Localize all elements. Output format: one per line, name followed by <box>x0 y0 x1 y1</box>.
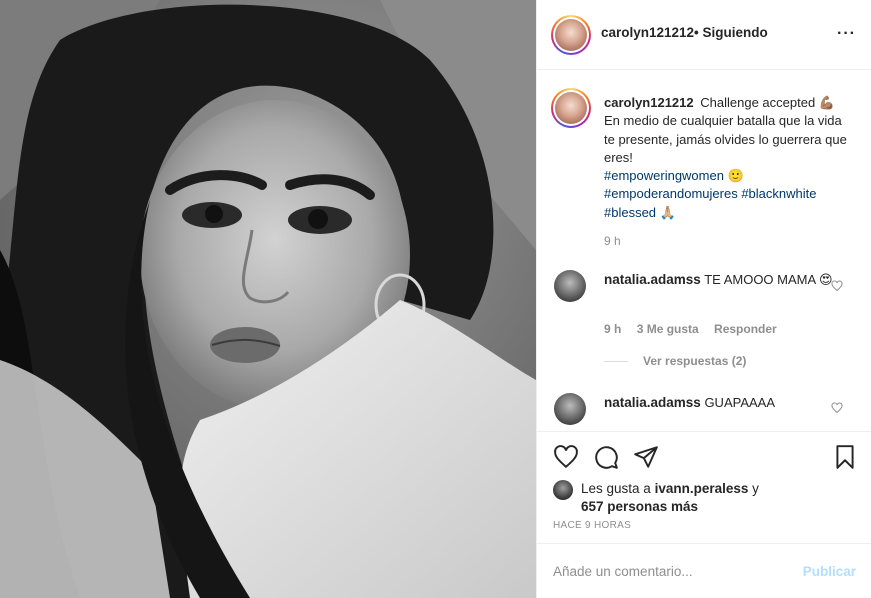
action-bar <box>537 431 871 481</box>
hashtag-blacknwhite[interactable]: #blacknwhite <box>741 186 816 201</box>
likes-count[interactable]: 657 personas más <box>581 499 698 514</box>
hashtag-blessed[interactable]: #blessed <box>604 205 656 220</box>
publish-button[interactable]: Publicar <box>803 564 856 579</box>
comment-time[interactable]: 9 h <box>604 322 621 336</box>
comment-like-heart-icon[interactable] <box>831 280 843 292</box>
pray-emoji: 🙏🏼 <box>659 204 676 220</box>
post-header: carolyn121212 • Siguiendo ··· <box>537 0 871 70</box>
more-icon[interactable]: ··· <box>837 25 856 43</box>
hashtag-empoderandomujeres[interactable]: #empoderandomujeres <box>604 186 738 201</box>
caption-line2: En medio de cualquier batalla que la vid… <box>604 113 847 165</box>
caption-time[interactable]: 9 h <box>604 234 621 248</box>
heart-icon[interactable] <box>553 444 579 470</box>
comment-text: GUAPAAAA <box>704 395 775 410</box>
add-comment-bar: Añade un comentario... Publicar <box>537 543 871 598</box>
likes-prefix: Les gusta a <box>581 481 651 496</box>
commenter-avatar[interactable] <box>554 270 586 302</box>
share-icon[interactable] <box>633 444 659 470</box>
liker-avatar[interactable] <box>553 480 573 500</box>
comment-like-heart-icon[interactable] <box>831 402 843 414</box>
post-sidebar: carolyn121212 • Siguiendo ··· carolyn121… <box>536 0 871 598</box>
caption-line1: Challenge accepted 💪🏽 <box>700 95 835 110</box>
bookmark-icon[interactable] <box>832 444 858 470</box>
post-caption: carolyn121212 Challenge accepted 💪🏽 En m… <box>604 94 849 222</box>
comment-input[interactable]: Añade un comentario... <box>553 564 793 579</box>
comment-text: TE AMOOO MAMA 😍 <box>704 272 833 287</box>
smile-emoji: 🙂 <box>727 168 744 184</box>
view-replies-button[interactable]: Ver respuestas (2) <box>643 354 746 368</box>
likes-conj: y <box>752 481 759 496</box>
commenter-username[interactable]: natalia.adamss <box>604 395 701 410</box>
comment-likes[interactable]: 3 Me gusta <box>637 322 699 336</box>
comment-item: natalia.adamss TE AMOOO MAMA 😍 <box>604 271 834 289</box>
caption-username[interactable]: carolyn121212 <box>604 95 694 110</box>
post-photo[interactable] <box>0 0 536 598</box>
follow-status[interactable]: • Siguiendo <box>694 25 768 40</box>
comment-icon[interactable] <box>593 444 619 470</box>
commenter-username[interactable]: natalia.adamss <box>604 272 701 287</box>
reply-button[interactable]: Responder <box>714 322 777 336</box>
post-image <box>0 0 536 598</box>
post-timestamp[interactable]: HACE 9 HORAS <box>553 520 631 531</box>
hashtag-empoweringwomen[interactable]: #empoweringwomen <box>604 168 724 183</box>
caption-avatar[interactable] <box>551 88 591 128</box>
liker-username[interactable]: ivann.peraless <box>655 481 749 496</box>
author-username[interactable]: carolyn121212 <box>601 25 694 40</box>
comment-meta: 9 h 3 Me gusta Responder <box>604 322 789 336</box>
replies-divider <box>604 361 628 362</box>
author-avatar[interactable] <box>551 15 591 55</box>
comment-item: natalia.adamss GUAPAAAA <box>604 394 834 412</box>
commenter-avatar[interactable] <box>554 393 586 425</box>
